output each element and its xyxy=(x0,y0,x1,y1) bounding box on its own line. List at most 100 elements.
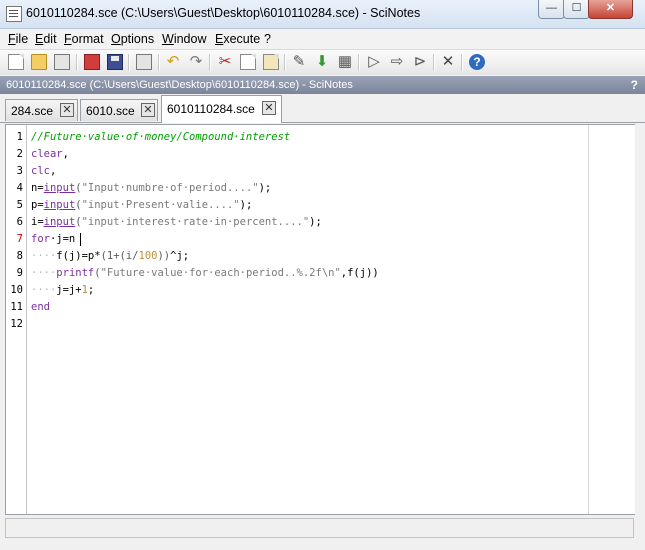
code-token: , xyxy=(62,148,69,160)
code-token: for xyxy=(31,233,50,245)
menu-options[interactable]: Options xyxy=(111,32,154,46)
code-token: ; xyxy=(87,284,95,296)
menu-edit[interactable]: Edit xyxy=(35,32,57,46)
code-line[interactable]: end xyxy=(31,301,50,313)
line-number: 3 xyxy=(16,165,23,177)
code-token: ,f(j)) xyxy=(340,267,379,279)
undo-icon[interactable]: ↶ xyxy=(165,54,181,70)
line-number: 11 xyxy=(10,301,23,313)
toolbar-separator xyxy=(358,54,360,71)
title-bar: 6010110284.sce (C:\Users\Guest\Desktop\6… xyxy=(0,0,645,29)
code-token: clc xyxy=(31,165,50,177)
tab-strip: 284.sce ✕ 6010.sce ✕ 6010110284.sce ✕ xyxy=(0,94,645,123)
code-token: input xyxy=(43,199,76,211)
toolbar-separator xyxy=(284,54,286,71)
close-tab-icon[interactable]: ✕ xyxy=(262,101,276,115)
menu-window[interactable]: Window xyxy=(162,32,206,46)
line-number-gutter: 1 2 3 4 5 6 7 8 9 10 11 12 xyxy=(6,125,27,514)
line-number: 4 xyxy=(16,182,23,194)
minimize-button[interactable]: — xyxy=(538,0,565,19)
vertical-scrollbar[interactable] xyxy=(635,124,645,515)
code-token: end xyxy=(31,301,50,313)
indent-whitespace: ···· xyxy=(31,250,57,262)
open-file-icon[interactable] xyxy=(31,54,47,70)
close-tab-icon[interactable]: ✕ xyxy=(141,103,155,117)
rename-icon[interactable]: ✎ xyxy=(291,54,307,70)
line-number: 8 xyxy=(16,250,23,262)
line-number: 5 xyxy=(16,199,23,211)
code-token: input xyxy=(43,182,76,194)
save-icon[interactable] xyxy=(84,54,100,70)
copy-icon[interactable] xyxy=(240,54,256,70)
line-number: 9 xyxy=(16,267,23,279)
code-line[interactable]: i=input("input·interest·rate·in·percent.… xyxy=(31,216,322,228)
cut-icon[interactable]: ✂ xyxy=(217,54,233,70)
code-line[interactable]: p=input("input·Present·valie...."); xyxy=(31,199,252,211)
tab-label: 6010.sce xyxy=(86,104,135,118)
menu-format[interactable]: Format xyxy=(64,32,104,46)
maximize-button[interactable]: ☐ xyxy=(563,0,590,19)
open-in-browser-icon[interactable] xyxy=(54,54,70,70)
code-token: //Future·value·of·money/Compound·interes… xyxy=(31,131,291,143)
execute-selection-icon[interactable]: ⇨ xyxy=(389,54,405,70)
tab-284-sce[interactable]: 284.sce ✕ xyxy=(5,99,78,121)
execute-icon[interactable]: ▷ xyxy=(366,54,382,70)
code-token: input xyxy=(43,216,76,228)
execute-file-icon[interactable]: ⬇ xyxy=(314,54,330,70)
new-file-icon[interactable] xyxy=(8,54,24,70)
paste-icon[interactable] xyxy=(263,54,279,70)
code-line[interactable]: ····f(j)=p*(1+(i/100))^j; xyxy=(31,250,189,262)
code-line[interactable]: n=input("Input·numbre·of·period...."); xyxy=(31,182,271,194)
document-path: 6010110284.sce (C:\Users\Guest\Desktop\6… xyxy=(6,79,353,91)
code-line[interactable]: ····j=j+1; xyxy=(31,284,94,296)
code-line[interactable]: //Future·value·of·money/Compound·interes… xyxy=(31,131,290,143)
toolbar: ↶ ↷ ✂ ✎ ⬇ ▦ ▷ ⇨ ⊳ ✕ ? xyxy=(0,49,645,75)
line-number: 6 xyxy=(16,216,23,228)
code-line[interactable]: clear, xyxy=(31,148,69,160)
menu-execute[interactable]: Execute xyxy=(215,32,260,46)
code-token: ^j; xyxy=(170,250,190,262)
toolbar-separator xyxy=(461,54,463,71)
execute-until-caret-icon[interactable]: ⊳ xyxy=(412,54,428,70)
code-token: p= xyxy=(31,199,44,211)
code-token: ); xyxy=(309,216,322,228)
menu-help[interactable]: ? xyxy=(264,32,271,46)
print-icon[interactable] xyxy=(136,54,152,70)
help-icon[interactable]: ? xyxy=(469,54,485,70)
indent-whitespace: ···· xyxy=(31,284,57,296)
scinotes-app-icon xyxy=(6,6,22,22)
code-token: )) xyxy=(157,250,171,262)
window-title: 6010110284.sce (C:\Users\Guest\Desktop\6… xyxy=(26,6,421,20)
code-token: j=j+ xyxy=(56,284,82,296)
save-as-icon[interactable] xyxy=(107,54,123,70)
tab-6010110284-sce[interactable]: 6010110284.sce ✕ xyxy=(161,95,282,123)
code-editor[interactable]: 1 2 3 4 5 6 7 8 9 10 11 12 //Future·valu… xyxy=(5,124,636,515)
redo-icon[interactable]: ↷ xyxy=(188,54,204,70)
code-token: 100 xyxy=(138,250,158,262)
close-button[interactable]: ✕ xyxy=(588,0,633,19)
line-number: 12 xyxy=(10,318,23,330)
code-token: i= xyxy=(31,216,44,228)
code-line[interactable]: clc, xyxy=(31,165,56,177)
code-token: (1+(i/ xyxy=(100,250,139,262)
close-tab-icon[interactable]: ✕ xyxy=(60,103,74,117)
tab-6010-sce[interactable]: 6010.sce ✕ xyxy=(80,99,158,121)
code-line[interactable]: ····printf("Future·value·for·each·period… xyxy=(31,267,379,279)
right-margin-guide xyxy=(588,125,589,514)
code-token: clear xyxy=(31,148,63,160)
indent-whitespace: ···· xyxy=(31,267,57,279)
tab-label: 6010110284.sce xyxy=(167,102,255,116)
doc-help-icon[interactable]: ? xyxy=(631,78,638,92)
menu-file[interactable]: File xyxy=(8,32,28,46)
code-token: n= xyxy=(31,182,44,194)
line-number: 2 xyxy=(16,148,23,160)
settings-icon[interactable]: ✕ xyxy=(440,54,456,70)
load-into-scilab-icon[interactable]: ▦ xyxy=(337,54,353,70)
menu-bar: File Edit Format Options Window Execute … xyxy=(0,29,645,49)
status-bar xyxy=(5,518,634,538)
code-line[interactable]: for·j=n xyxy=(31,233,75,245)
code-token: ); xyxy=(239,199,253,211)
document-header: 6010110284.sce (C:\Users\Guest\Desktop\6… xyxy=(0,76,645,94)
tab-label: 284.sce xyxy=(11,104,54,118)
code-token: f(j)=p* xyxy=(56,250,101,262)
